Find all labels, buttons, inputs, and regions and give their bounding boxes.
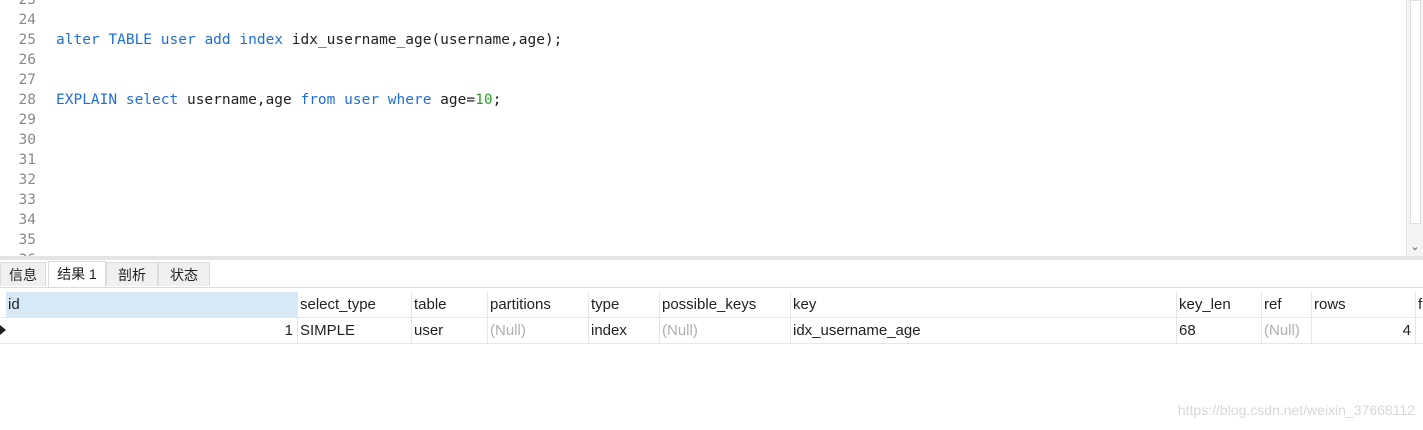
grid-header-row: id select_type table partitions type pos… (0, 292, 1423, 318)
editor-line[interactable]: 31 (0, 150, 1400, 170)
sql-keyword: EXPLAIN (56, 92, 118, 108)
line-number: 30 (18, 132, 36, 148)
editor-line[interactable]: 35 (0, 230, 1400, 250)
column-header-select-type[interactable]: select_type (298, 292, 412, 317)
watermark: https://blog.csdn.net/weixin_37668112 (1177, 402, 1415, 418)
sql-keyword: add (204, 32, 231, 48)
editor-line[interactable]: 27 (0, 70, 1400, 90)
line-number: 34 (18, 212, 36, 228)
column-header-possible-keys[interactable]: possible_keys (660, 292, 791, 317)
line-number: 24 (18, 12, 36, 28)
sql-keyword: user (344, 92, 380, 108)
cell-possible-keys[interactable]: (Null) (660, 318, 791, 343)
line-number: 33 (18, 192, 36, 208)
sql-keyword: select (125, 92, 179, 108)
tab-status[interactable]: 状态 (158, 262, 210, 286)
line-number: 32 (18, 172, 36, 188)
cell-type[interactable]: index (589, 318, 660, 343)
sql-editor[interactable]: 23 24 25 alter TABLE user add index idx_use… (0, 0, 1423, 256)
line-number: 35 (18, 232, 36, 248)
sql-number: 10 (475, 92, 493, 108)
editor-line[interactable]: 29 (0, 110, 1400, 130)
sql-keyword: where (387, 92, 432, 108)
line-number: 27 (18, 72, 36, 88)
code-text[interactable]: EXPLAIN select username,age from user wh… (56, 90, 501, 110)
sql-keyword: from (300, 92, 336, 108)
column-header-key[interactable]: key (791, 292, 1177, 317)
editor-line[interactable]: 34 (0, 210, 1400, 230)
column-header-id[interactable]: id (6, 292, 298, 317)
code-text[interactable]: alter TABLE user add index idx_username_… (56, 30, 562, 50)
table-row[interactable]: 1 SIMPLE user (Null) index (Null) idx_us… (0, 318, 1423, 344)
column-header-rows[interactable]: rows (1312, 292, 1416, 317)
result-tabbar: 信息 结果 1 剖析 状态 (0, 260, 1423, 288)
column-header-partitions[interactable]: partitions (488, 292, 589, 317)
line-number: 25 (18, 32, 36, 48)
editor-line[interactable]: 24 (0, 10, 1400, 30)
tab-result-1[interactable]: 结果 1 (48, 261, 106, 287)
cell-filtered[interactable] (1416, 318, 1423, 343)
line-number: 31 (18, 152, 36, 168)
cell-key[interactable]: idx_username_age (791, 318, 1177, 343)
column-header-filtered[interactable]: f (1416, 292, 1423, 317)
editor-line[interactable]: 23 (0, 0, 1400, 10)
cell-rows[interactable]: 4 (1312, 318, 1416, 343)
line-number: 23 (18, 0, 36, 8)
column-header-table[interactable]: table (412, 292, 488, 317)
editor-scrollbar[interactable]: ⌄ (1406, 0, 1423, 256)
sql-token: idx_username_age(username,age); (291, 32, 563, 48)
sql-keyword: user (160, 32, 196, 48)
cell-table[interactable]: user (412, 318, 488, 343)
cell-ref[interactable]: (Null) (1262, 318, 1312, 343)
column-header-key-len[interactable]: key_len (1177, 292, 1262, 317)
tab-info[interactable]: 信息 (0, 262, 46, 286)
sql-token: username,age (186, 92, 292, 108)
editor-line[interactable]: 28 EXPLAIN select username,age from user … (0, 90, 1400, 110)
sql-keyword: index (239, 32, 284, 48)
editor-line[interactable]: 33 (0, 190, 1400, 210)
column-header-ref[interactable]: ref (1262, 292, 1312, 317)
line-number: 26 (18, 52, 36, 68)
line-number: 29 (18, 112, 36, 128)
sql-keyword: alter (56, 32, 100, 48)
column-header-type[interactable]: type (589, 292, 660, 317)
scroll-down-icon[interactable]: ⌄ (1409, 242, 1421, 253)
cell-select-type[interactable]: SIMPLE (298, 318, 412, 343)
scrollbar-thumb[interactable] (1410, 0, 1421, 224)
editor-line[interactable]: 26 (0, 50, 1400, 70)
editor-line[interactable]: 25 alter TABLE user add index idx_usernam… (0, 30, 1400, 50)
editor-line[interactable]: 30 (0, 130, 1400, 150)
cell-id[interactable]: 1 (6, 318, 298, 343)
line-number: 28 (18, 92, 36, 108)
cell-key-len[interactable]: 68 (1177, 318, 1262, 343)
cell-partitions[interactable]: (Null) (488, 318, 589, 343)
tab-profile[interactable]: 剖析 (106, 262, 158, 286)
sql-token: ; (492, 92, 502, 108)
sql-keyword: TABLE (108, 32, 153, 48)
editor-line[interactable]: 32 (0, 170, 1400, 190)
sql-token: age= (440, 92, 476, 108)
